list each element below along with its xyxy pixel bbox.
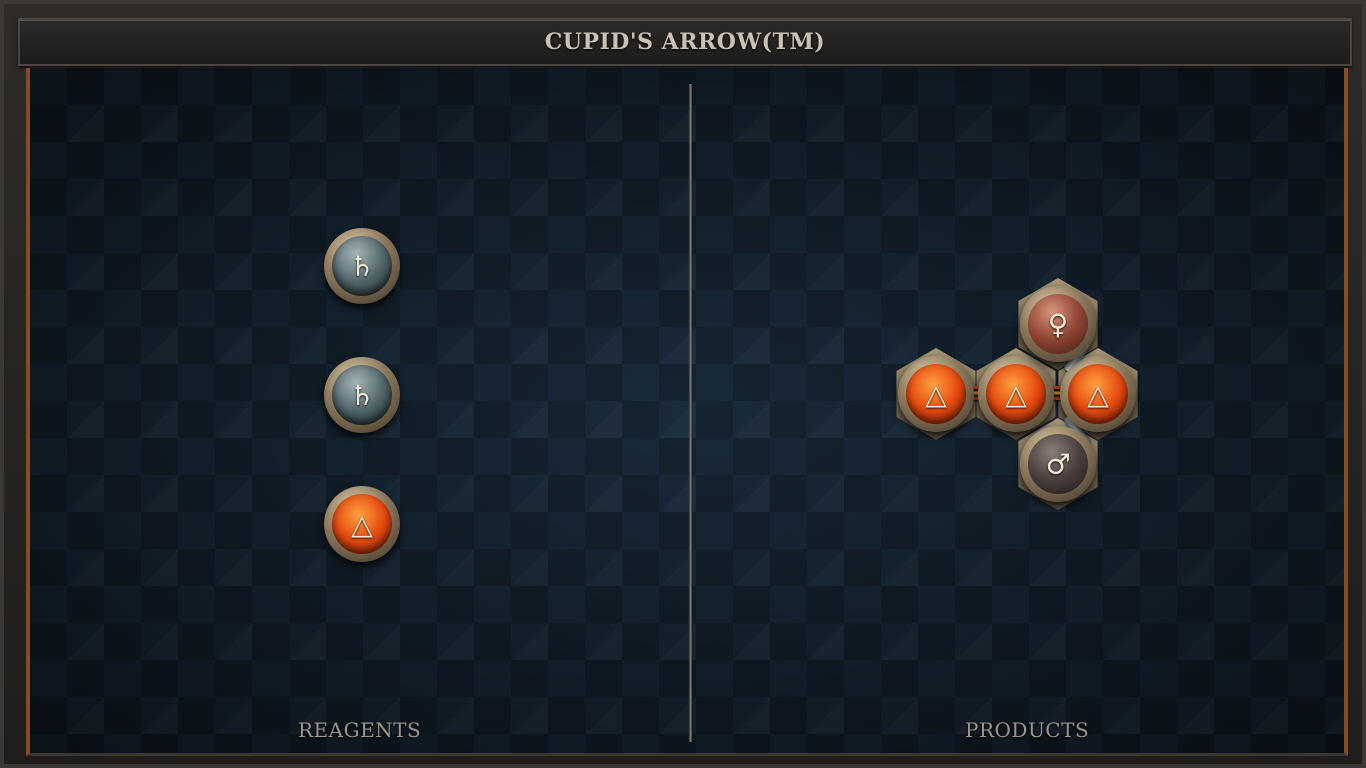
fire-symbol-icon: △ [986, 364, 1046, 424]
products-label: PRODUCTS [965, 718, 1090, 742]
product-atom-iron[interactable]: ♂ [1020, 426, 1096, 502]
lead-symbol-icon: ♄ [332, 236, 392, 296]
fire-symbol-icon: △ [906, 364, 966, 424]
title-bar: CUPID'S ARROW(TM) [18, 18, 1352, 66]
window-frame: CUPID'S ARROW(TM) ♄ ♄ △ REAGENTS △ △ △ ♀… [0, 0, 1366, 768]
section-divider [689, 84, 692, 742]
fire-symbol-icon: △ [1068, 364, 1128, 424]
product-atom-fire-3[interactable]: △ [1060, 356, 1136, 432]
puzzle-board: ♄ ♄ △ REAGENTS △ △ △ ♀ ♂ PRODUCTS [26, 68, 1348, 756]
puzzle-title: CUPID'S ARROW(TM) [544, 29, 826, 55]
lead-symbol-icon: ♄ [332, 365, 392, 425]
product-atom-copper[interactable]: ♀ [1020, 286, 1096, 362]
product-atom-fire-1[interactable]: △ [898, 356, 974, 432]
reagent-atom-lead-2[interactable]: ♄ [324, 357, 400, 433]
reagent-atom-lead-1[interactable]: ♄ [324, 228, 400, 304]
reagents-label: REAGENTS [298, 718, 422, 742]
iron-symbol-icon: ♂ [1028, 434, 1088, 494]
fire-symbol-icon: △ [332, 494, 392, 554]
copper-symbol-icon: ♀ [1028, 294, 1088, 354]
product-atom-fire-2[interactable]: △ [978, 356, 1054, 432]
reagent-atom-fire[interactable]: △ [324, 486, 400, 562]
